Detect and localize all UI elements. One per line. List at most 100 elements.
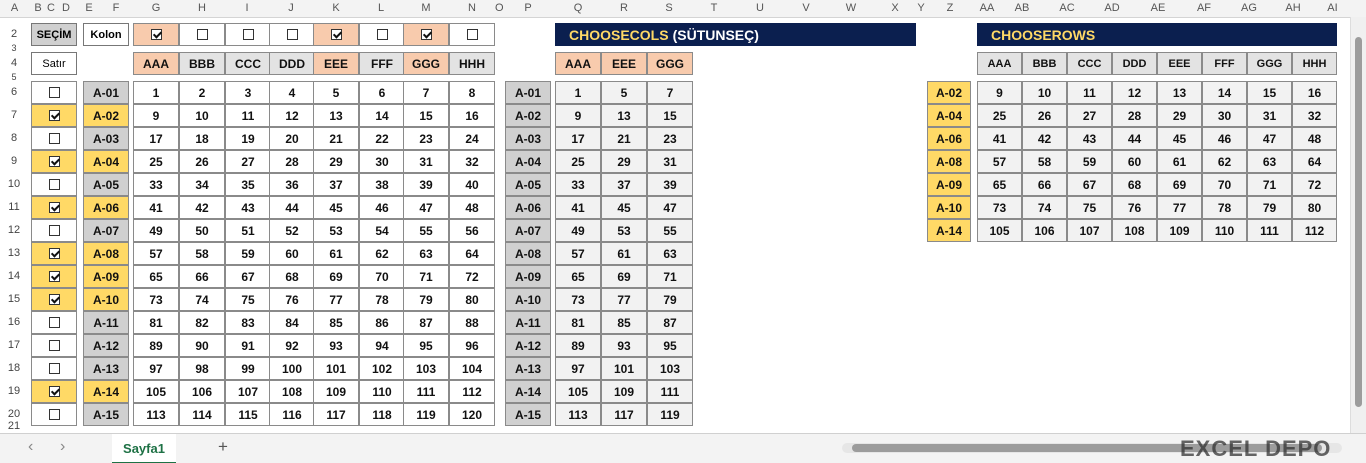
column-letter[interactable]: S xyxy=(647,2,691,14)
column-letter[interactable]: R xyxy=(601,2,647,14)
column-letter[interactable]: Q xyxy=(555,2,601,14)
column-letter[interactable]: AG xyxy=(1227,2,1271,14)
column-letter[interactable]: H xyxy=(179,2,225,14)
column-letter[interactable]: A xyxy=(0,2,29,14)
row-number[interactable]: 10 xyxy=(0,178,28,190)
checkbox-checked-icon[interactable] xyxy=(48,248,60,259)
checkbox-checked-icon[interactable] xyxy=(48,156,60,167)
checkbox-icon[interactable] xyxy=(48,409,60,420)
column-letter[interactable]: I xyxy=(225,2,269,14)
checkbox-icon[interactable] xyxy=(48,133,60,144)
row-check-cell[interactable] xyxy=(31,104,77,127)
column-letter[interactable]: F xyxy=(99,2,133,14)
row-number[interactable]: 13 xyxy=(0,247,28,259)
row-check-cell[interactable] xyxy=(31,265,77,288)
column-letter[interactable]: W xyxy=(829,2,873,14)
column-letter[interactable]: AE xyxy=(1135,2,1181,14)
column-letter[interactable]: T xyxy=(691,2,737,14)
row-number[interactable]: 9 xyxy=(0,155,28,167)
checkbox-icon[interactable] xyxy=(48,179,60,190)
row-check-cell[interactable] xyxy=(31,357,77,380)
row-check-cell[interactable] xyxy=(31,150,77,173)
column-letter[interactable]: AA xyxy=(975,2,999,14)
column-letter[interactable]: AC xyxy=(1045,2,1089,14)
checkbox-icon[interactable] xyxy=(48,317,60,328)
row-number[interactable]: 11 xyxy=(0,201,28,213)
column-letter[interactable]: AF xyxy=(1181,2,1227,14)
row-number[interactable]: 18 xyxy=(0,362,28,374)
column-check-cell[interactable] xyxy=(133,23,179,46)
column-letter[interactable]: AI xyxy=(1315,2,1350,14)
column-letter[interactable]: L xyxy=(359,2,403,14)
vertical-scroll-thumb[interactable] xyxy=(1355,37,1362,407)
row-number[interactable]: 4 xyxy=(0,57,28,69)
checkbox-icon[interactable] xyxy=(48,363,60,374)
column-letter[interactable]: U xyxy=(737,2,783,14)
column-letter[interactable]: J xyxy=(269,2,313,14)
column-letter[interactable]: D xyxy=(53,2,79,14)
column-letter[interactable]: Z xyxy=(925,2,975,14)
row-number[interactable]: 12 xyxy=(0,224,28,236)
row-number[interactable]: 16 xyxy=(0,316,28,328)
checkbox-checked-icon[interactable] xyxy=(48,294,60,305)
checkbox-checked-icon[interactable] xyxy=(150,29,162,40)
row-number[interactable]: 6 xyxy=(0,86,28,98)
column-check-cell[interactable] xyxy=(403,23,449,46)
column-check-cell[interactable] xyxy=(225,23,271,46)
column-letter[interactable]: V xyxy=(783,2,829,14)
tab-next-button[interactable]: › xyxy=(60,438,65,456)
row-number[interactable]: 17 xyxy=(0,339,28,351)
secim-button[interactable]: SEÇİM xyxy=(31,23,77,46)
checkbox-checked-icon[interactable] xyxy=(330,29,342,40)
row-check-cell[interactable] xyxy=(31,81,77,104)
row-check-cell[interactable] xyxy=(31,380,77,403)
add-sheet-button[interactable]: + xyxy=(218,437,228,457)
checkbox-icon[interactable] xyxy=(466,29,478,40)
checkbox-checked-icon[interactable] xyxy=(48,271,60,282)
column-letter[interactable]: Y xyxy=(917,2,925,14)
column-check-cell[interactable] xyxy=(179,23,225,46)
checkbox-checked-icon[interactable] xyxy=(48,110,60,121)
row-number[interactable]: 2 xyxy=(0,28,28,40)
checkbox-checked-icon[interactable] xyxy=(48,202,60,213)
column-letter[interactable]: AB xyxy=(999,2,1045,14)
row-number[interactable]: 21 xyxy=(0,420,28,432)
checkbox-icon[interactable] xyxy=(376,29,388,40)
row-check-cell[interactable] xyxy=(31,242,77,265)
vertical-scrollbar[interactable] xyxy=(1350,17,1366,433)
row-number[interactable]: 14 xyxy=(0,270,28,282)
column-letter[interactable]: P xyxy=(501,2,555,14)
row-check-cell[interactable] xyxy=(31,403,77,426)
column-letter[interactable]: AD xyxy=(1089,2,1135,14)
row-check-cell[interactable] xyxy=(31,173,77,196)
column-check-cell[interactable] xyxy=(313,23,359,46)
row-check-cell[interactable] xyxy=(31,311,77,334)
row-check-cell[interactable] xyxy=(31,196,77,219)
row-number[interactable]: 3 xyxy=(0,43,28,53)
checkbox-checked-icon[interactable] xyxy=(420,29,432,40)
column-letter[interactable]: AH xyxy=(1271,2,1315,14)
checkbox-icon[interactable] xyxy=(48,87,60,98)
column-letter[interactable]: E xyxy=(79,2,99,14)
column-letter[interactable]: B xyxy=(29,2,47,14)
column-letter[interactable]: N xyxy=(449,2,495,14)
column-letter[interactable]: X xyxy=(873,2,917,14)
sheet-tab-sayfa1[interactable]: Sayfa1 xyxy=(112,434,176,463)
row-number[interactable]: 15 xyxy=(0,293,28,305)
checkbox-icon[interactable] xyxy=(242,29,254,40)
row-number[interactable]: 5 xyxy=(0,72,28,82)
row-number[interactable]: 20 xyxy=(0,408,28,420)
row-check-cell[interactable] xyxy=(31,334,77,357)
checkbox-icon[interactable] xyxy=(196,29,208,40)
checkbox-icon[interactable] xyxy=(48,340,60,351)
row-check-cell[interactable] xyxy=(31,288,77,311)
row-number[interactable]: 19 xyxy=(0,385,28,397)
row-check-cell[interactable] xyxy=(31,219,77,242)
column-letter[interactable]: M xyxy=(403,2,449,14)
row-check-cell[interactable] xyxy=(31,127,77,150)
column-check-cell[interactable] xyxy=(269,23,315,46)
column-letter[interactable]: G xyxy=(133,2,179,14)
tab-prev-button[interactable]: ‹ xyxy=(28,438,33,456)
checkbox-checked-icon[interactable] xyxy=(48,386,60,397)
column-check-cell[interactable] xyxy=(359,23,405,46)
